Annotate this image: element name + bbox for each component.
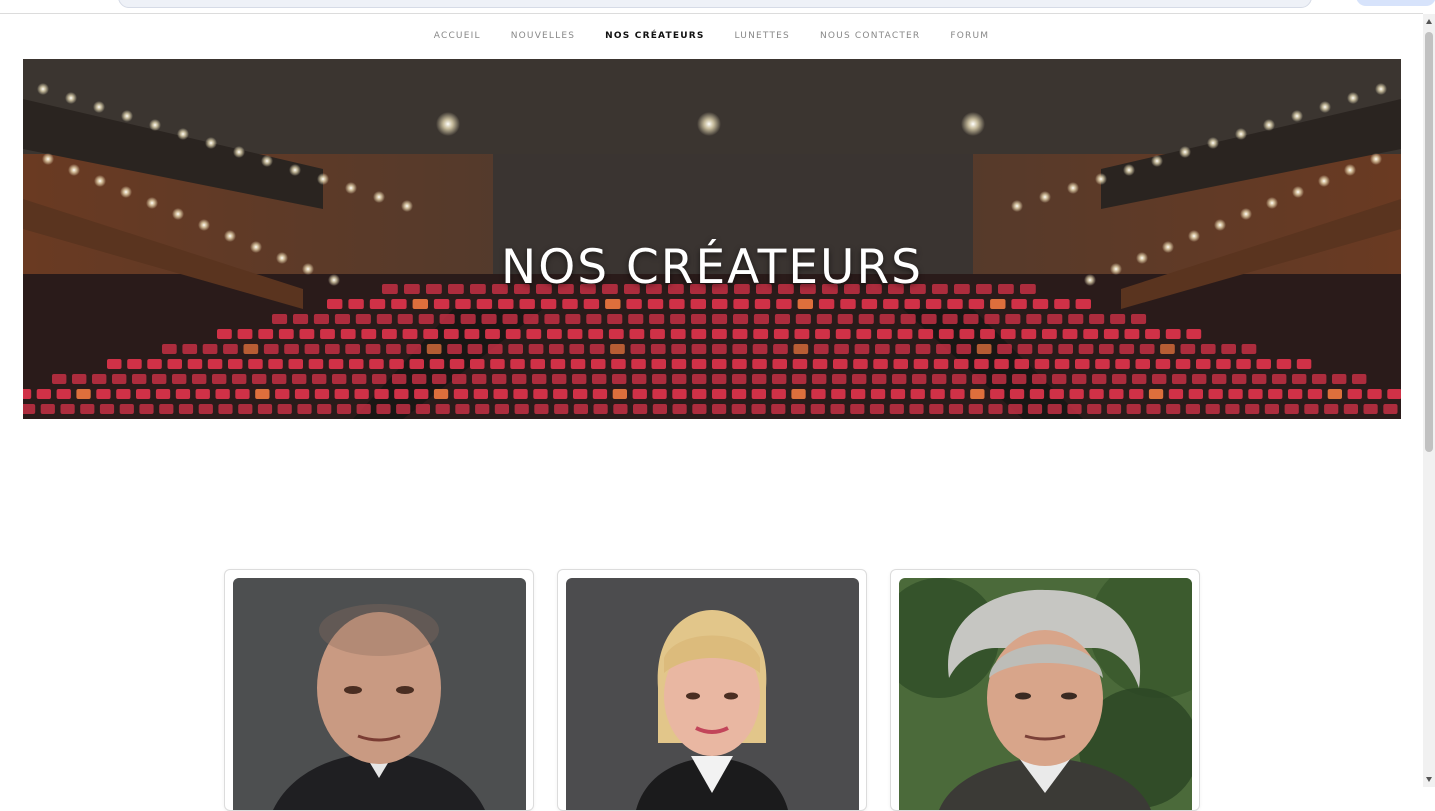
nav-item-accueil[interactable]: ACCUEIL xyxy=(434,31,481,41)
address-bar[interactable] xyxy=(118,0,1312,8)
browser-toolbar xyxy=(0,0,1435,14)
creators-grid xyxy=(224,569,1200,811)
creator-photo xyxy=(233,578,526,810)
creator-card[interactable] xyxy=(557,569,867,811)
nav-item-lunettes[interactable]: LUNETTES xyxy=(735,31,790,41)
nav-item-nos-createurs[interactable]: NOS CRÉATEURS xyxy=(605,31,704,41)
theater-image xyxy=(23,59,1401,419)
creator-photo xyxy=(899,578,1192,810)
creator-card[interactable] xyxy=(890,569,1200,811)
toolbar-button[interactable] xyxy=(1356,0,1435,6)
hero-banner: NOS CRÉATEURS xyxy=(23,59,1401,419)
nav-item-nous-contacter[interactable]: NOUS CONTACTER xyxy=(820,31,920,41)
page-scrollbar[interactable] xyxy=(1423,14,1435,787)
nav-item-nouvelles[interactable]: NOUVELLES xyxy=(511,31,575,41)
creator-card[interactable] xyxy=(224,569,534,811)
main-nav: ACCUEIL NOUVELLES NOS CRÉATEURS LUNETTES… xyxy=(0,14,1423,58)
page-title: NOS CRÉATEURS xyxy=(501,240,923,296)
nav-item-forum[interactable]: FORUM xyxy=(950,31,989,41)
scroll-down-icon[interactable] xyxy=(1426,777,1432,782)
scroll-up-icon[interactable] xyxy=(1426,19,1432,24)
creator-photo xyxy=(566,578,859,810)
scrollbar-thumb[interactable] xyxy=(1425,32,1433,452)
